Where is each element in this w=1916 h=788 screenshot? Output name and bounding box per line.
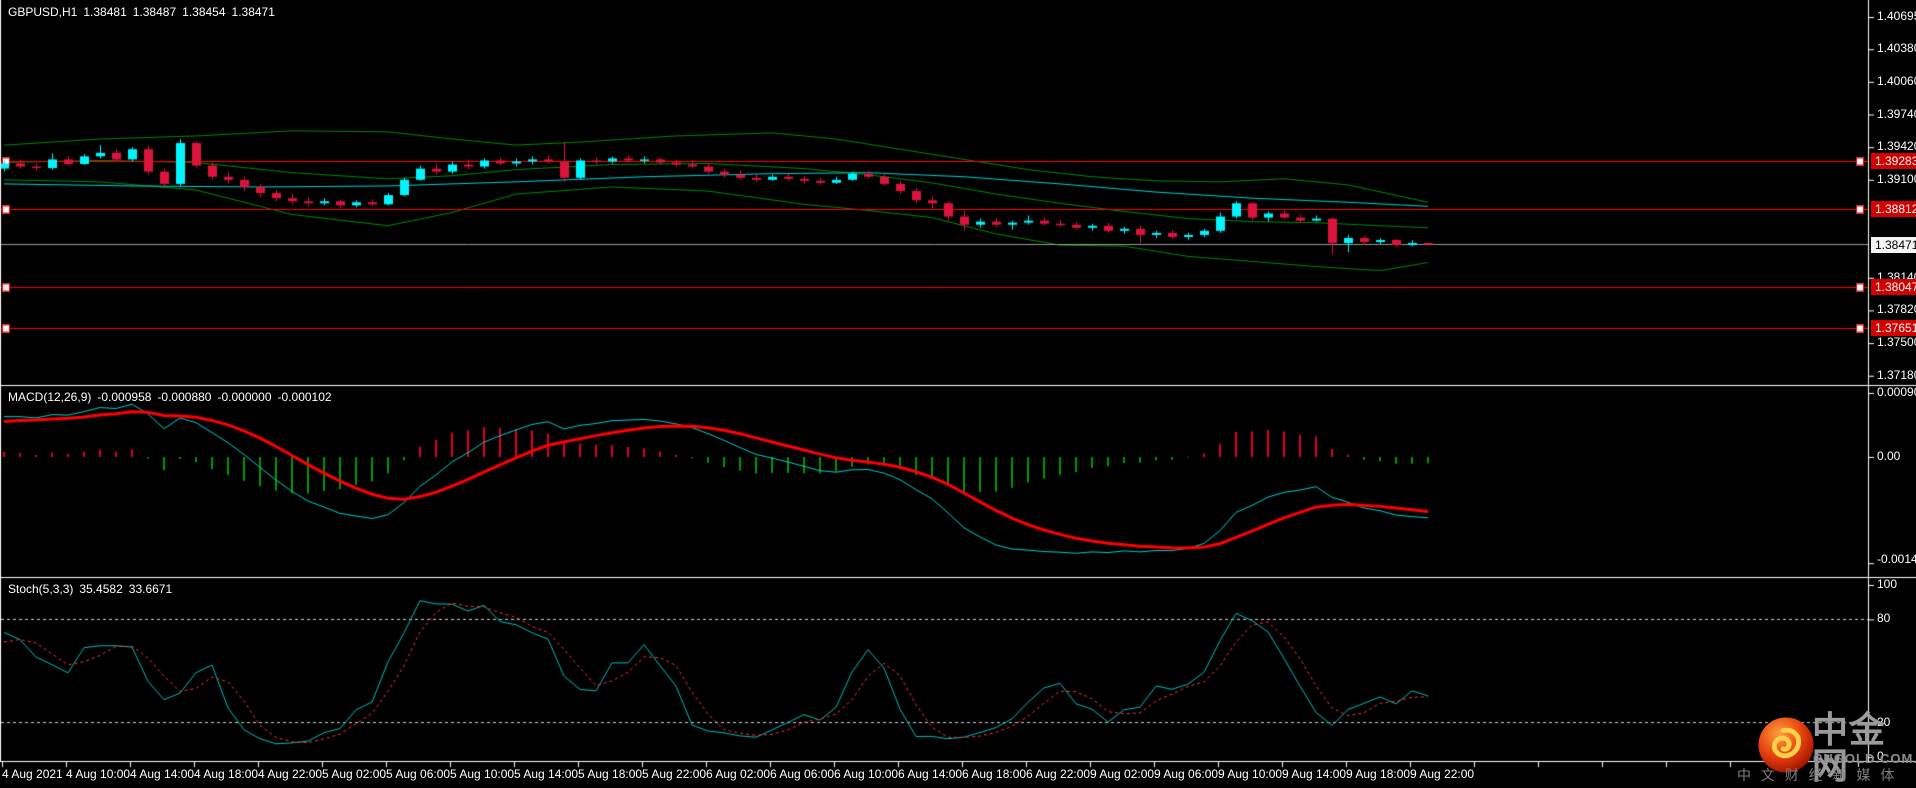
price-axis-label: 1.40695 [1877,9,1916,23]
stoch-indicator-label: Stoch(5,3,3) 35.4582 33.6671 [8,582,178,596]
stoch-value-d: 33.6671 [129,582,172,596]
time-axis-label: 6 Aug 18:00 [962,767,1026,781]
price-axis-label: 1.37500 [1877,335,1916,349]
macd-value-0: -0.000958 [97,390,151,404]
time-axis-label: 5 Aug 18:00 [578,767,642,781]
time-axis-label: 6 Aug 14:00 [898,767,962,781]
macd-value-2: -0.000000 [217,390,271,404]
symbol-timeframe: GBPUSD,H1 [8,5,77,19]
chart-window: GBPUSD,H1 1.38481 1.38487 1.38454 1.38471 MA… [0,0,1916,788]
macd-value-3: -0.000102 [278,390,332,404]
time-axis-label: 9 Aug 14:00 [1282,767,1346,781]
time-axis-label: 6 Aug 02:00 [706,767,770,781]
time-axis-label: 5 Aug 22:00 [642,767,706,781]
price-axis[interactable]: 1.40695 1.40380 1.40060 1.39740 1.39420 1.391… [1869,0,1916,762]
price-axis-label: 1.39420 [1877,139,1916,153]
price-level-badge: 1.39283 [1871,153,1916,169]
stoch-axis-label: 80 [1877,611,1890,625]
stoch-name: Stoch(5,3,3) [8,582,73,596]
price-axis-label: 1.40060 [1877,74,1916,88]
quote-low: 1.38454 [182,5,225,19]
price-axis-label: 1.39740 [1877,107,1916,121]
time-axis-label: 5 Aug 10:00 [450,767,514,781]
time-axis-label: 6 Aug 06:00 [770,767,834,781]
time-axis-label: 4 Aug 22:00 [258,767,322,781]
time-axis-label: 9 Aug 06:00 [1154,767,1218,781]
time-axis-label: 9 Aug 18:00 [1346,767,1410,781]
price-level-badge: 1.37651 [1871,320,1916,336]
chart-title: GBPUSD,H1 1.38481 1.38487 1.38454 1.38471 [8,5,281,19]
time-axis[interactable]: 4 Aug 20214 Aug 10:004 Aug 14:004 Aug 18… [0,763,1916,788]
time-axis-label: 9 Aug 22:00 [1410,767,1474,781]
macd-axis-top: 0.000902 [1877,385,1916,399]
macd-axis-zero: 0.00 [1877,449,1900,463]
price-axis-label: 1.40380 [1877,41,1916,55]
time-axis-label: 4 Aug 14:00 [130,767,194,781]
quote-close: 1.38471 [232,5,275,19]
macd-axis-bottom: -0.001496 [1877,552,1916,566]
quote-high: 1.38487 [133,5,176,19]
watermark-domain: CNGOLD.COM.CN [1813,751,1916,766]
stoch-value-k: 35.4582 [79,582,122,596]
time-axis-label: 5 Aug 02:00 [322,767,386,781]
quote-open: 1.38481 [83,5,126,19]
watermark-tagline: 中 文 财 经 新 媒 体 [1737,765,1897,785]
price-level-badge: 1.38047 [1871,279,1916,295]
stoch-axis-label: 100 [1877,577,1897,591]
macd-value-1: -0.000880 [157,390,211,404]
price-axis-label: 1.37820 [1877,302,1916,316]
price-axis-label: 1.37180 [1877,368,1916,382]
time-axis-label: 6 Aug 22:00 [1026,767,1090,781]
time-axis-label: 9 Aug 10:00 [1218,767,1282,781]
time-axis-label: 5 Aug 14:00 [514,767,578,781]
time-axis-label: 4 Aug 2021 [2,767,63,781]
time-axis-label: 4 Aug 10:00 [66,767,130,781]
time-axis-label: 6 Aug 10:00 [834,767,898,781]
price-axis-label: 1.39100 [1877,172,1916,186]
current-price-badge: 1.38471 [1871,237,1916,253]
time-axis-label: 4 Aug 18:00 [194,767,258,781]
price-level-badge: 1.38812 [1871,201,1916,217]
macd-name: MACD(12,26,9) [8,390,91,404]
macd-indicator-label: MACD(12,26,9) -0.000958 -0.000880 -0.000000… [8,390,338,404]
time-axis-label: 9 Aug 02:00 [1090,767,1154,781]
time-axis-label: 5 Aug 06:00 [386,767,450,781]
